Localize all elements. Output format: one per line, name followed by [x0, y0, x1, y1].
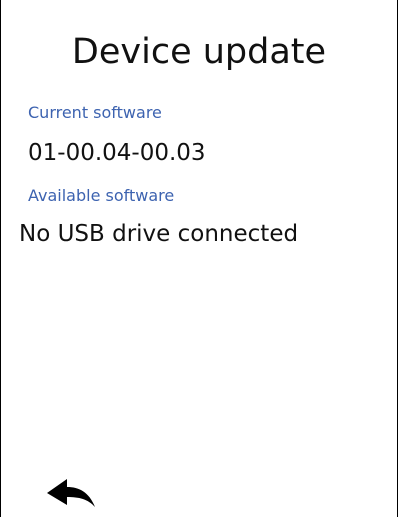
available-software-label: Available software — [28, 186, 175, 205]
device-update-screen: Device update Current software 01-00.04-… — [0, 0, 398, 517]
available-software-value: No USB drive connected — [19, 221, 299, 247]
page-title: Device update — [71, 32, 327, 72]
back-button[interactable] — [41, 472, 101, 512]
current-software-label: Current software — [28, 103, 162, 122]
back-arrow-icon — [47, 479, 95, 507]
current-software-value: 01-00.04-00.03 — [28, 140, 206, 166]
